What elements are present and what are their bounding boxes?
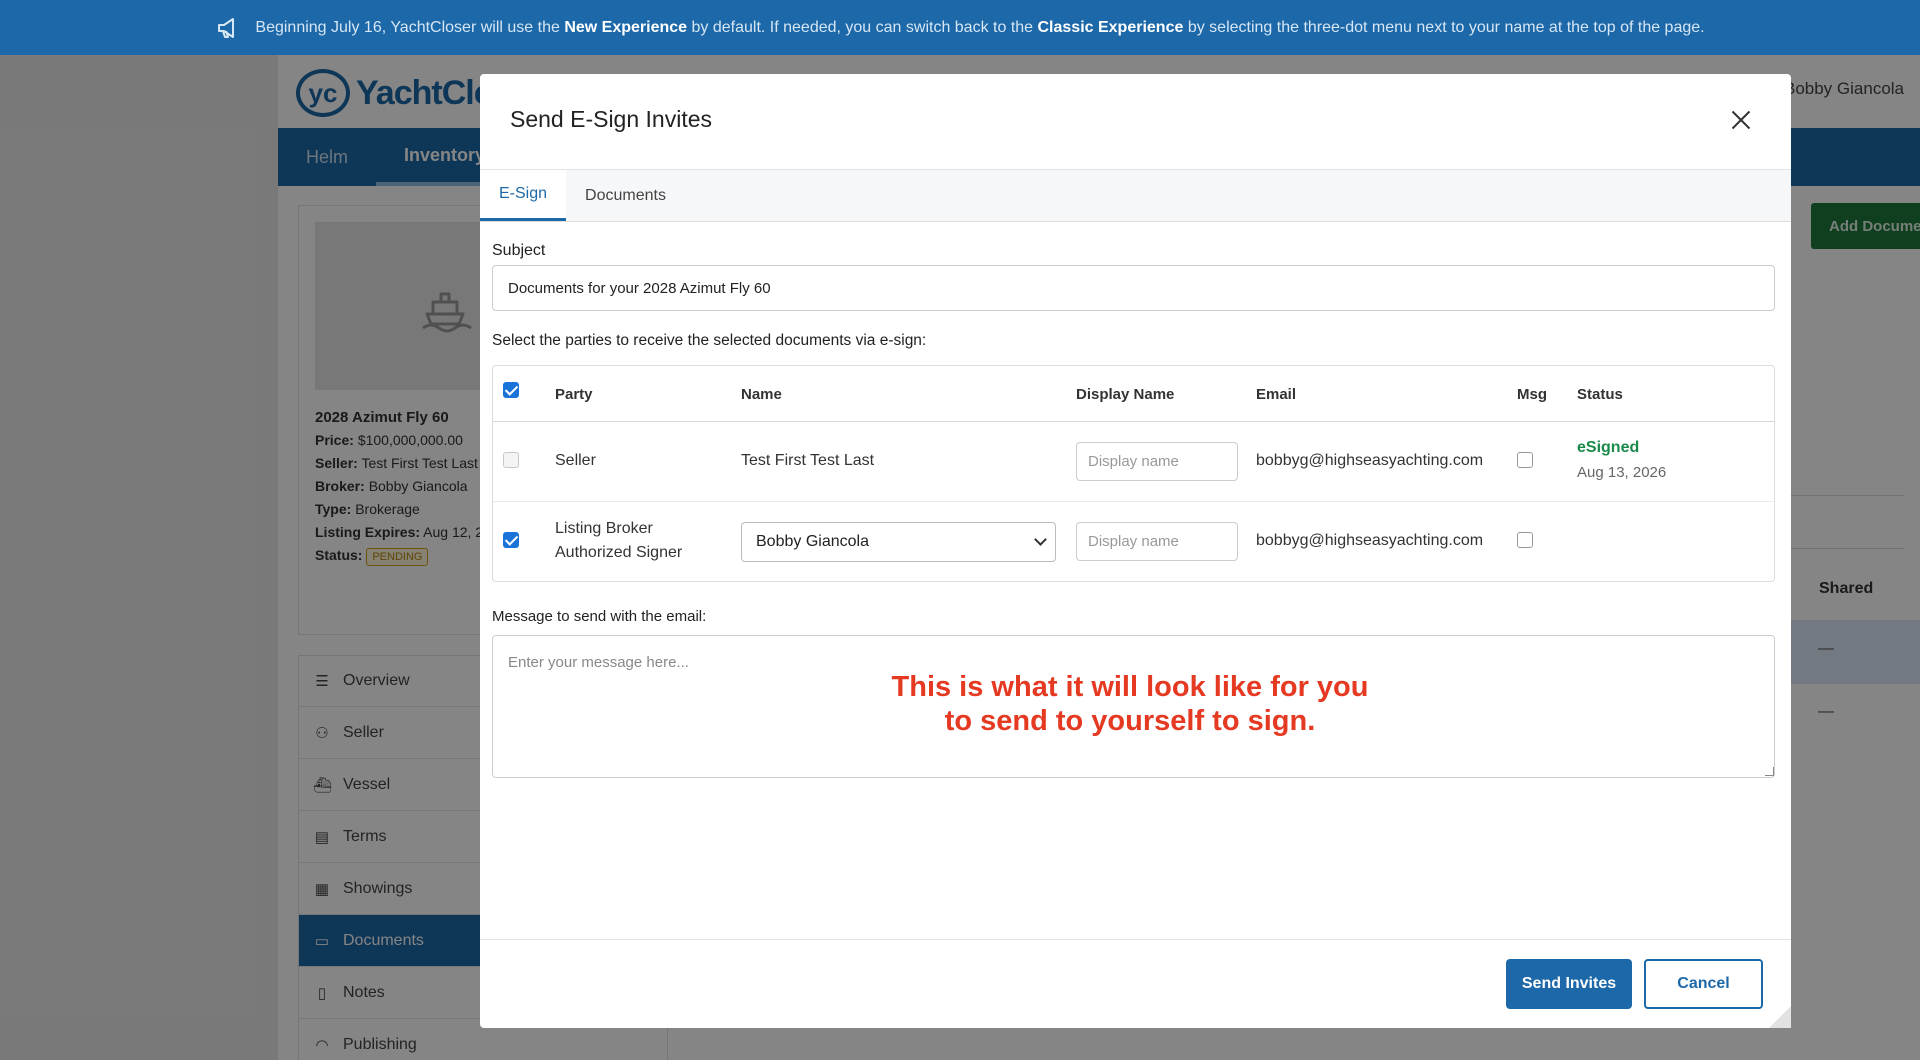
party-cell-subtitle: Authorized Signer [555, 544, 683, 561]
tab-esign[interactable]: E-Sign [480, 170, 567, 221]
party-cell: Listing Broker [555, 520, 653, 537]
column-header-party: Party [555, 385, 593, 403]
seller-row-checkbox [503, 452, 519, 468]
signer-name-select[interactable]: Bobby Giancola [741, 522, 1056, 562]
announcement-banner: Beginning July 16, YachtCloser will use … [0, 0, 1920, 55]
header-divider [493, 421, 1774, 422]
cancel-button[interactable]: Cancel [1644, 959, 1763, 1009]
email-cell: bobbyg@highseasyachting.com [1256, 532, 1484, 549]
parties-table: Party Name Display Name Email Msg Status… [492, 365, 1775, 582]
row-divider [493, 501, 1774, 502]
subject-label: Subject [492, 242, 546, 259]
broker-row-checkbox[interactable] [503, 532, 519, 548]
column-header-status: Status [1577, 385, 1623, 403]
subject-input[interactable] [492, 265, 1775, 311]
annotation-line-2: to send to yourself to sign. [944, 705, 1316, 737]
status-date: Aug 13, 2026 [1577, 464, 1667, 481]
modal-corner [1769, 1006, 1791, 1028]
chevron-down-icon [1034, 533, 1047, 546]
parties-instruction: Select the parties to receive the select… [492, 332, 927, 349]
column-header-msg: Msg [1517, 385, 1547, 403]
column-header-name: Name [741, 385, 782, 403]
message-label: Message to send with the email: [492, 608, 707, 625]
column-header-email: Email [1256, 385, 1297, 403]
select-all-checkbox[interactable] [503, 382, 519, 398]
resize-grip-icon[interactable] [1765, 767, 1774, 776]
party-cell: Seller [555, 452, 596, 469]
annotation-line-1: This is what it will look like for you [891, 671, 1369, 703]
name-cell: Test First Test Last [741, 452, 875, 469]
send-esign-modal: Send E-Sign Invites E-Sign Documents Sub… [480, 74, 1791, 1028]
status-esigned: eSigned [1577, 439, 1640, 456]
modal-footer-divider [480, 939, 1791, 940]
megaphone-icon [218, 17, 235, 38]
tab-documents[interactable]: Documents [566, 170, 685, 221]
email-cell: bobbyg@highseasyachting.com [1256, 452, 1484, 469]
msg-checkbox[interactable] [1517, 452, 1533, 468]
close-icon[interactable] [1729, 108, 1753, 132]
modal-header: Send E-Sign Invites [480, 74, 1791, 170]
signer-name-selected: Bobby Giancola [756, 533, 869, 550]
column-header-display-name: Display Name [1076, 385, 1175, 403]
modal-tabs: E-Sign Documents [480, 170, 1791, 222]
msg-checkbox[interactable] [1517, 532, 1533, 548]
banner-message: Beginning July 16, YachtCloser will use … [255, 18, 1705, 36]
display-name-input[interactable] [1076, 522, 1238, 561]
display-name-input[interactable] [1076, 442, 1238, 481]
red-annotation: This is what it will look like for you t… [780, 670, 1480, 738]
send-invites-button[interactable]: Send Invites [1506, 959, 1632, 1009]
modal-title: Send E-Sign Invites [510, 106, 713, 132]
